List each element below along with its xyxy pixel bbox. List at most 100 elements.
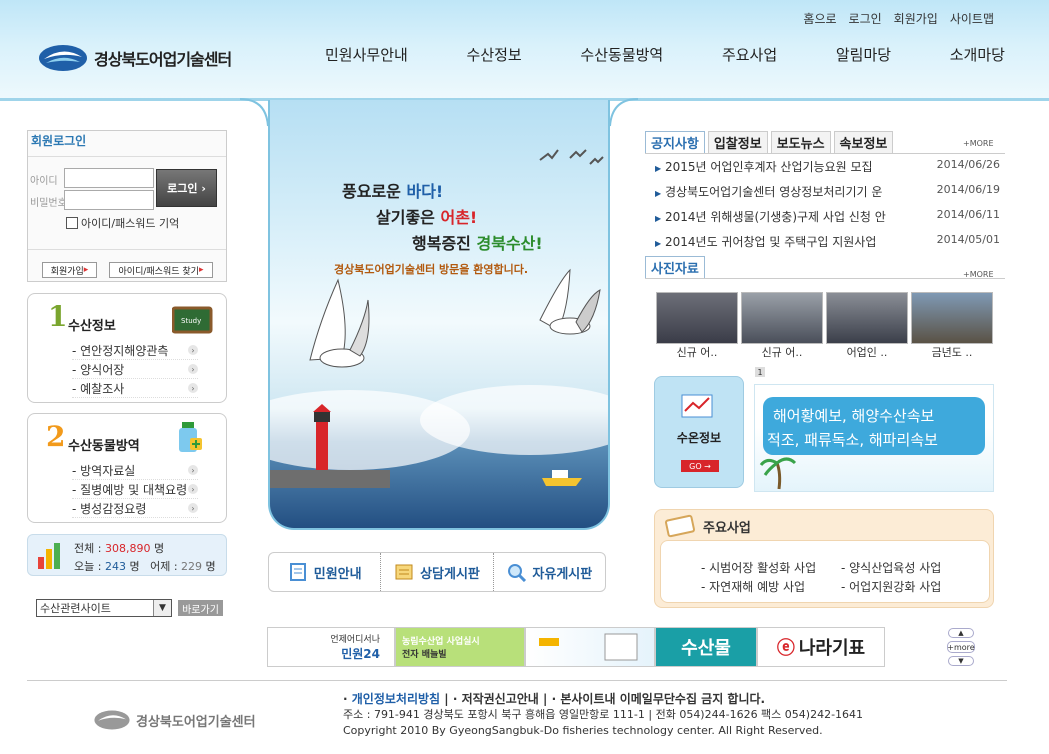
related-sites-select[interactable]: 수산관련사이트 ▼: [36, 599, 172, 617]
chevron-down-icon: ▼: [958, 657, 964, 665]
site-logo[interactable]: 경상북도어업기술센터: [38, 43, 232, 73]
divider: [645, 153, 1005, 154]
login-link[interactable]: 로그인: [849, 10, 882, 27]
photo-item[interactable]: 신규 어..: [741, 292, 823, 360]
join-label: 회원가입: [50, 266, 84, 277]
menu-number: 2: [46, 420, 66, 453]
quick-civil-guide[interactable]: 민원안내: [269, 553, 380, 591]
join-link[interactable]: 회원가입: [894, 10, 938, 27]
slogan-2b: 어촌!: [440, 208, 478, 227]
tab-notice[interactable]: 공지사항: [645, 131, 705, 153]
list-item[interactable]: - 자연재해 예방 사업: [701, 578, 805, 595]
nav-disease-control[interactable]: 수산동물방역: [570, 44, 673, 65]
banner-nara[interactable]: ⓔ 나라기표: [757, 627, 885, 667]
list-item[interactable]: - 질병예방 및 대책요령 ›: [72, 480, 198, 499]
photo-caption: 신규 어..: [676, 346, 718, 359]
banner-agri-bill[interactable]: 농림수산업 사업실시 전자 배늘빌: [395, 627, 525, 667]
banner-calendar[interactable]: [525, 627, 655, 667]
photo-page-indicator[interactable]: 1: [755, 367, 765, 377]
home-link[interactable]: 홈으로: [803, 10, 836, 27]
tab-bid[interactable]: 입찰정보: [707, 131, 768, 153]
temperature-chart-icon: [681, 394, 713, 418]
slogan-3b: 경북수산!: [476, 234, 543, 253]
remember-checkbox[interactable]: [66, 217, 78, 229]
join-button[interactable]: 회원가입 ▸: [42, 262, 97, 278]
seascape-illustration: [270, 149, 608, 488]
forecast-banner[interactable]: 해어황예보, 해양수산속보 적조, 패류독소, 해파리속보: [754, 384, 994, 492]
notice-date: 2014/06/19: [936, 183, 1000, 196]
list-item[interactable]: - 연안정지해양관측 ›: [72, 341, 198, 360]
list-item[interactable]: - 병성감정요령 ›: [72, 499, 198, 518]
site-name: 경상북도어업기술센터: [94, 50, 232, 69]
sitemap-link[interactable]: 사이트맵: [950, 10, 994, 27]
bullet-icon: ▶: [655, 239, 662, 248]
notice-row[interactable]: ▶ 2014년 위해생물(기생충)구제 사업 신청 안 2014/06/11: [655, 208, 1000, 225]
yesterday-unit: 명: [205, 560, 216, 573]
water-go-button[interactable]: GO →: [681, 460, 719, 472]
photo-item[interactable]: 금년도 ..: [911, 292, 993, 360]
slogan-1: 풍요로운 바다!: [342, 178, 443, 202]
logo-icon: [94, 710, 130, 730]
list-item[interactable]: - 양식산업육성 사업: [841, 559, 941, 576]
welcome-text: 경상북도어업기술센터 방문을 환영합니다.: [334, 263, 528, 276]
slogan-1a: 풍요로운: [342, 182, 401, 201]
photo-item[interactable]: 신규 어..: [656, 292, 738, 360]
quick-counsel-board[interactable]: 상담게시판: [380, 553, 492, 591]
divider: [28, 156, 226, 157]
footer-links: · 개인정보처리방침 | · 저작권신고안내 | · 본사이트내 이메일무단수집…: [343, 692, 766, 706]
banner-text: 수산물: [681, 638, 731, 659]
copyright-report-link[interactable]: 저작권신고안내: [462, 692, 539, 706]
tab-press[interactable]: 보도뉴스: [770, 131, 831, 153]
bar-chart-icon: [38, 543, 60, 569]
seagull-right: [539, 268, 601, 335]
arrow-icon: ›: [188, 465, 198, 475]
go-label: GO: [689, 461, 702, 471]
pw-label: 비밀번호: [30, 198, 67, 209]
today-label: 오늘 :: [74, 560, 102, 573]
notice-row[interactable]: ▶ 경상북도어업기술센터 영상정보처리기기 운 2014/06/19: [655, 183, 1000, 200]
footer-divider: [27, 680, 1007, 681]
banner-seafood[interactable]: 수산물: [655, 627, 757, 667]
privacy-policy-link[interactable]: 개인정보처리방침: [352, 692, 440, 706]
tab-photos[interactable]: 사진자료: [645, 256, 705, 278]
list-item[interactable]: - 방역자료실 ›: [72, 461, 198, 480]
banner-prev-button[interactable]: ▲: [948, 628, 974, 638]
main-business-list: - 시범어장 활성화 사업 - 양식산업육성 사업 - 자연재해 예방 사업 -…: [660, 540, 990, 603]
remember-option[interactable]: 아이디/패스워드 기억: [66, 215, 179, 231]
footer-site-name: 경상북도어업기술센터: [136, 714, 256, 730]
water-temp-box[interactable]: 수온정보 GO →: [654, 376, 744, 488]
id-input[interactable]: [64, 168, 154, 188]
document-icon: [289, 563, 306, 581]
nav-fishery-info[interactable]: 수산정보: [457, 44, 532, 65]
banner-next-button[interactable]: ▼: [948, 656, 974, 666]
nav-about[interactable]: 소개마당: [940, 44, 1015, 65]
list-item[interactable]: - 양식어장 ›: [72, 360, 198, 379]
nav-main-business[interactable]: 주요사업: [712, 44, 787, 65]
notice-more-link[interactable]: +MORE: [963, 139, 994, 148]
nav-civil-service[interactable]: 민원사무안내: [315, 44, 418, 65]
utility-links: 홈으로 로그인 회원가입 사이트맵: [803, 10, 994, 27]
banner-minwon24[interactable]: 언제어디서나 민원24: [267, 627, 395, 667]
bullet-icon: ▶: [655, 189, 662, 198]
list-item[interactable]: - 예찰조사 ›: [72, 379, 198, 398]
list-item[interactable]: - 어업지원강화 사업: [841, 578, 941, 595]
quick-free-board[interactable]: 자유게시판: [492, 553, 605, 591]
notice-row[interactable]: ▶ 2015년 어업인후계자 산업기능요원 모집 2014/06/26: [655, 158, 1000, 175]
bullet-icon: ▶: [655, 214, 662, 223]
find-account-button[interactable]: 아이디/패스워드 찾기 ▸: [109, 262, 213, 278]
password-input[interactable]: [64, 190, 154, 210]
list-item[interactable]: - 시범어장 활성화 사업: [701, 559, 816, 576]
banner-text: 언제어디서나: [330, 635, 380, 645]
notice-row[interactable]: ▶ 2014년도 귀어창업 및 주택구입 지원사업 2014/05/01: [655, 233, 1000, 250]
tab-breaking[interactable]: 속보정보: [833, 131, 894, 153]
nav-notice[interactable]: 알림마당: [826, 44, 901, 65]
envelope-icon: [664, 514, 696, 538]
login-button[interactable]: 로그인 ›: [156, 169, 217, 207]
photo-item[interactable]: 어업인 ..: [826, 292, 908, 360]
photo-caption: 금년도 ..: [931, 346, 973, 359]
notice-date: 2014/05/01: [936, 233, 1000, 246]
yesterday-label: 어제 :: [150, 560, 178, 573]
slogan-3a: 행복증진: [412, 234, 471, 253]
go-button[interactable]: 바로가기: [178, 600, 223, 616]
banner-more-button[interactable]: +more: [947, 641, 975, 653]
